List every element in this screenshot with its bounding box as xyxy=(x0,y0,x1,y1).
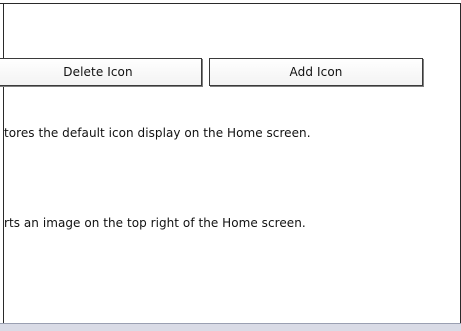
delete-icon-button[interactable]: Delete Icon xyxy=(0,58,202,86)
panel-left-border xyxy=(3,3,4,331)
restore-default-description: tores the default icon display on the Ho… xyxy=(4,126,311,140)
panel-top-border xyxy=(0,3,461,4)
footer-bar xyxy=(0,323,461,331)
insert-image-description: rts an image on the top right of the Hom… xyxy=(4,216,306,230)
settings-panel: Delete Icon Add Icon tores the default i… xyxy=(0,0,461,331)
add-icon-button[interactable]: Add Icon xyxy=(209,58,423,86)
